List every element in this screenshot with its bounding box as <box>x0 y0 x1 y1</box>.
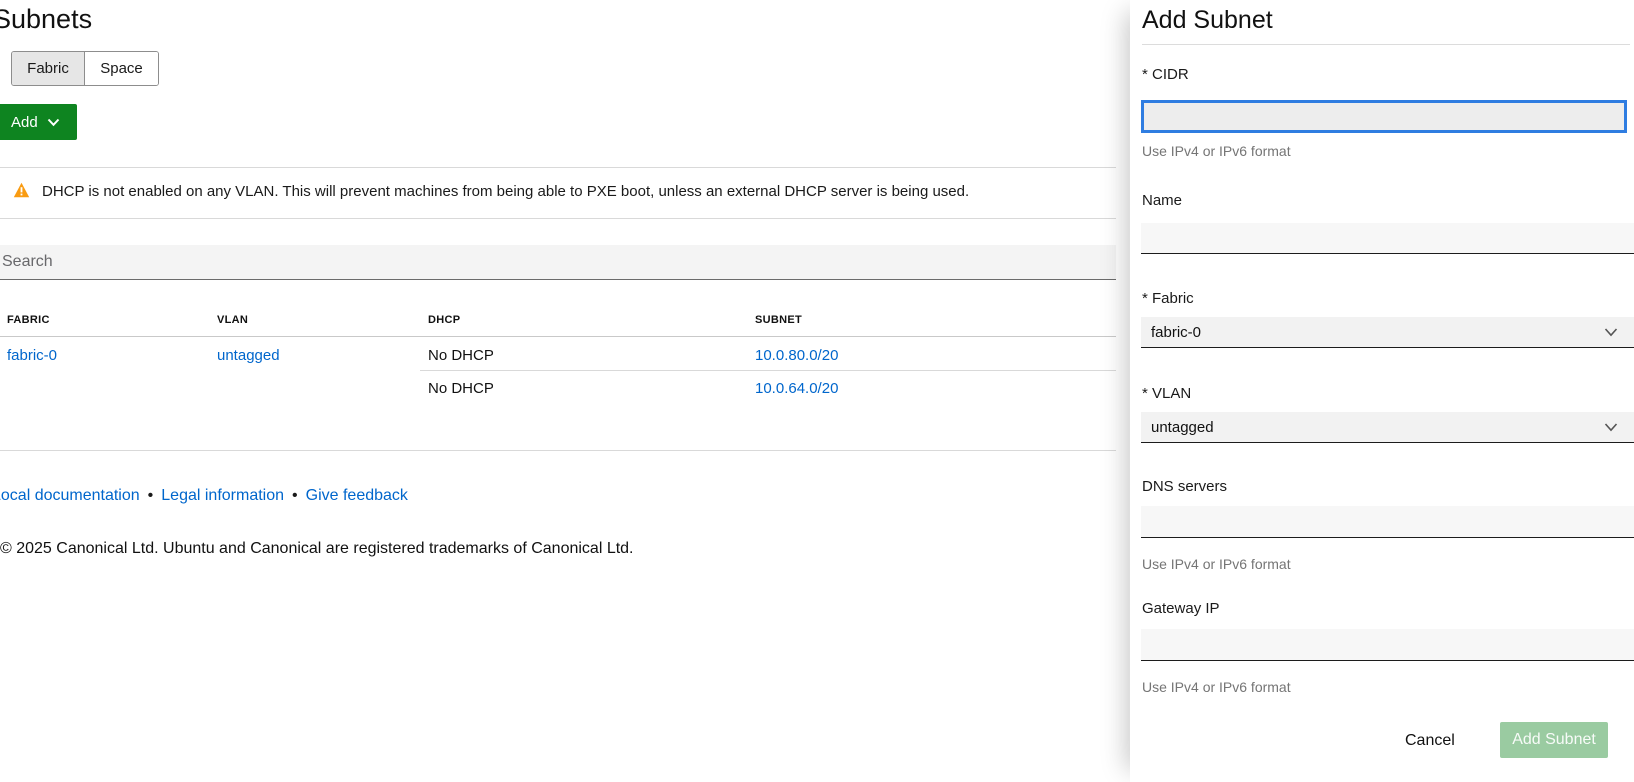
add-button[interactable]: Add <box>0 104 77 140</box>
cidr-label: * CIDR <box>1142 66 1189 83</box>
fabric-select[interactable]: fabric-0 <box>1141 317 1634 348</box>
local-documentation-link[interactable]: Local documentation <box>0 487 140 504</box>
panel-title: Add Subnet <box>1142 6 1273 35</box>
dns-servers-input[interactable] <box>1141 506 1634 538</box>
fabric-select-value: fabric-0 <box>1151 324 1201 341</box>
cidr-help-text: Use IPv4 or IPv6 format <box>1142 143 1291 159</box>
header-divider <box>0 336 1116 337</box>
gateway-ip-label: Gateway IP <box>1142 600 1220 617</box>
separator: • <box>292 487 298 504</box>
column-header-fabric: FABRIC <box>7 314 50 326</box>
fabric-label: * Fabric <box>1142 290 1194 307</box>
legal-information-link[interactable]: Legal information <box>161 487 284 504</box>
vlan-label: * VLAN <box>1142 385 1191 402</box>
subnet-link[interactable]: 10.0.64.0/20 <box>755 380 838 397</box>
fabric-link[interactable]: fabric-0 <box>7 347 57 364</box>
gateway-ip-input[interactable] <box>1141 629 1634 661</box>
dns-help-text: Use IPv4 or IPv6 format <box>1142 556 1291 572</box>
separator: • <box>148 487 154 504</box>
vlan-select[interactable]: untagged <box>1141 412 1634 443</box>
dhcp-status: No DHCP <box>428 347 494 364</box>
copyright-text: © 2025 Canonical Ltd. Ubuntu and Canonic… <box>0 540 634 558</box>
add-subnet-submit-button[interactable]: Add Subnet <box>1500 722 1608 758</box>
search-input[interactable] <box>0 245 1116 280</box>
give-feedback-link[interactable]: Give feedback <box>306 487 408 504</box>
name-label: Name <box>1142 192 1182 209</box>
column-header-dhcp: DHCP <box>428 314 460 326</box>
footer-links: Local documentation • Legal information • Gi… <box>0 487 408 505</box>
group-by-toggle: Fabric Space <box>11 51 159 86</box>
panel-divider <box>1142 44 1630 45</box>
column-header-vlan: VLAN <box>217 314 248 326</box>
chevron-down-icon <box>1604 419 1618 436</box>
subnets-page: Subnets Fabric Space Add DHCP is not ena… <box>0 0 1130 782</box>
page-title: Subnets <box>0 4 92 35</box>
subnet-link[interactable]: 10.0.80.0/20 <box>755 347 838 364</box>
chevron-down-icon <box>1604 324 1618 341</box>
dhcp-warning-text: DHCP is not enabled on any VLAN. This wi… <box>42 183 969 200</box>
cidr-input[interactable] <box>1141 100 1627 133</box>
add-button-label: Add <box>11 114 38 131</box>
divider <box>0 218 1116 219</box>
gateway-help-text: Use IPv4 or IPv6 format <box>1142 679 1291 695</box>
vlan-link[interactable]: untagged <box>217 347 280 364</box>
add-subnet-panel: Add Subnet * CIDR Use IPv4 or IPv6 forma… <box>1130 0 1634 782</box>
dns-servers-label: DNS servers <box>1142 478 1227 495</box>
column-header-subnet: SUBNET <box>755 314 802 326</box>
cancel-button[interactable]: Cancel <box>1393 724 1467 758</box>
divider <box>0 167 1116 168</box>
toggle-fabric[interactable]: Fabric <box>12 52 85 85</box>
vlan-select-value: untagged <box>1151 419 1214 436</box>
name-input[interactable] <box>1141 223 1634 254</box>
chevron-down-icon <box>47 114 60 131</box>
dhcp-status: No DHCP <box>428 380 494 397</box>
footer-divider <box>0 450 1116 451</box>
row-divider <box>420 370 1116 371</box>
warning-icon <box>13 182 30 203</box>
toggle-space[interactable]: Space <box>85 52 158 85</box>
